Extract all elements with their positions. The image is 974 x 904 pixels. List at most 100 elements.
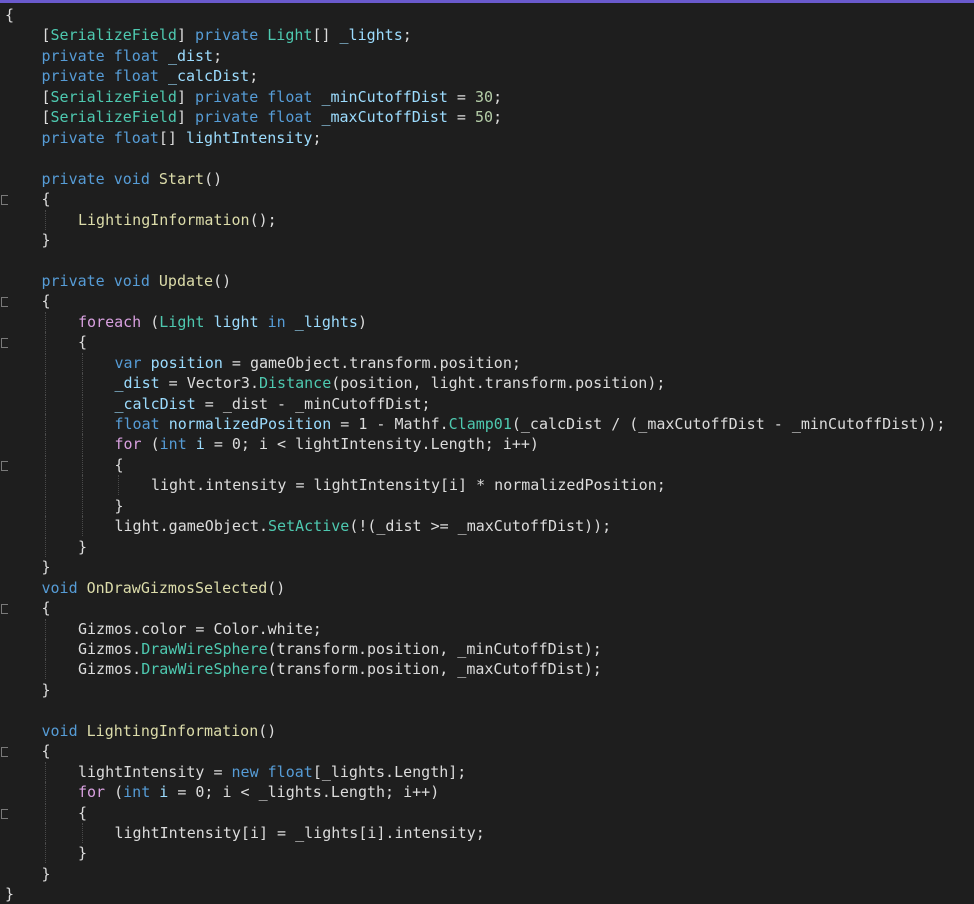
code-token: void — [41, 578, 87, 597]
code-token: private — [41, 128, 114, 147]
code-text: { — [42, 598, 51, 618]
code-line[interactable]: private float _dist; — [0, 46, 974, 66]
fold-marker-icon[interactable] — [1, 195, 8, 206]
code-token: SetActive — [268, 517, 350, 536]
code-line[interactable]: } — [0, 557, 974, 577]
code-token: ( — [114, 783, 124, 802]
code-token: { — [78, 333, 88, 352]
code-line[interactable] — [0, 148, 974, 168]
code-token: lightIntensity[i] = _lights[i].intensity… — [114, 824, 485, 842]
code-text: [SerializeField] private Light[] _lights… — [42, 25, 412, 45]
code-editor[interactable]: {[SerializeField] private Light[] _light… — [0, 5, 974, 903]
indent-guide — [81, 373, 83, 394]
code-text: float normalizedPosition = 1 - Mathf.Cla… — [115, 414, 946, 434]
indent-guide — [45, 516, 46, 537]
code-text: private float[] lightIntensity; — [42, 128, 322, 148]
code-token: Gizmos. — [78, 639, 142, 658]
code-line[interactable]: { — [0, 454, 974, 475]
code-token: { — [41, 742, 51, 761]
code-line[interactable]: { — [0, 802, 974, 823]
code-token: { — [78, 803, 88, 822]
code-token: ( — [150, 312, 160, 331]
fold-marker-icon[interactable] — [1, 297, 8, 308]
code-line[interactable]: void LightingInformation() — [0, 721, 974, 741]
code-line[interactable]: private float[] lightIntensity; — [0, 128, 974, 148]
code-line[interactable]: for (int i = 0; i < _lights.Length; i++) — [0, 782, 974, 803]
fold-marker-icon[interactable] — [1, 338, 8, 349]
code-line[interactable]: { — [0, 741, 974, 761]
code-line[interactable]: } — [0, 230, 974, 250]
code-line[interactable]: private void Start() — [0, 169, 974, 189]
code-token: float — [267, 108, 322, 127]
code-token: for — [114, 435, 151, 454]
code-token: (position, light.transform.position); — [331, 374, 666, 393]
code-line[interactable]: { — [0, 598, 974, 618]
code-line[interactable]: _calcDist = _dist - _minCutoffDist; — [0, 393, 974, 414]
code-line[interactable]: } — [0, 843, 974, 864]
indent-guide — [45, 414, 46, 434]
code-line[interactable]: private void Update() — [0, 271, 974, 291]
indent-guide — [45, 454, 46, 475]
code-token: Light — [267, 26, 313, 45]
code-token: () — [258, 721, 277, 740]
code-line[interactable]: Gizmos.color = Color.white; — [0, 618, 974, 639]
code-token: [ — [41, 87, 51, 106]
code-token: [] — [158, 128, 186, 147]
code-text: lightIntensity[i] = _lights[i].intensity… — [115, 823, 485, 843]
code-line[interactable]: } — [0, 495, 974, 516]
code-line[interactable] — [0, 700, 974, 720]
code-token: } — [114, 496, 124, 515]
fold-marker-icon[interactable] — [1, 808, 8, 819]
code-line[interactable]: for (int i = 0; i < lightIntensity.Lengt… — [0, 434, 974, 455]
code-text: Gizmos.color = Color.white; — [78, 619, 322, 639]
code-line[interactable]: _dist = Vector3.Distance(position, light… — [0, 373, 974, 394]
code-line[interactable]: } — [0, 536, 974, 557]
code-line[interactable] — [0, 250, 974, 270]
code-line[interactable]: } — [0, 680, 974, 700]
code-token: int — [159, 435, 196, 454]
code-line[interactable]: light.gameObject.SetActive(!(_dist >= _m… — [0, 516, 974, 537]
code-line[interactable]: { — [0, 332, 974, 353]
code-token: private — [41, 169, 114, 188]
code-line[interactable]: lightIntensity = new float[_lights.Lengt… — [0, 761, 974, 782]
fold-marker-icon[interactable] — [1, 604, 8, 615]
code-token: } — [41, 864, 51, 883]
code-line[interactable]: light.intensity = lightIntensity[i] * no… — [0, 475, 974, 496]
fold-marker-icon[interactable] — [1, 460, 8, 471]
code-token: for — [78, 783, 115, 802]
code-line[interactable]: [SerializeField] private Light[] _lights… — [0, 25, 974, 45]
code-line[interactable]: { — [0, 291, 974, 311]
code-line[interactable]: LightingInformation(); — [0, 209, 974, 230]
code-token: ; — [493, 108, 503, 127]
code-line[interactable]: } — [0, 864, 974, 884]
code-line[interactable]: lightIntensity[i] = _lights[i].intensity… — [0, 823, 974, 843]
code-line[interactable]: float normalizedPosition = 1 - Mathf.Cla… — [0, 414, 974, 434]
code-line[interactable]: } — [0, 884, 974, 904]
code-token: } — [78, 537, 88, 556]
code-line[interactable]: void OnDrawGizmosSelected() — [0, 578, 974, 598]
code-line[interactable]: var position = gameObject.transform.posi… — [0, 352, 974, 373]
code-token: _minCutoffDist — [321, 87, 448, 106]
code-line[interactable]: foreach (Light light in _lights) — [0, 311, 974, 332]
code-line[interactable]: [SerializeField] private float _maxCutof… — [0, 107, 974, 127]
code-token: ) — [357, 312, 367, 331]
code-line[interactable]: { — [0, 5, 974, 25]
code-token: (); — [249, 210, 277, 229]
indent-guide — [45, 373, 46, 394]
code-token: private — [195, 108, 268, 127]
code-text: } — [42, 864, 51, 884]
code-text: LightingInformation(); — [78, 210, 277, 230]
code-token: ( — [150, 435, 160, 454]
indent-guide — [81, 475, 83, 496]
code-line[interactable]: private float _calcDist; — [0, 66, 974, 86]
code-line[interactable]: [SerializeField] private float _minCutof… — [0, 87, 974, 107]
code-token: LightingInformation — [86, 721, 259, 740]
code-token: light — [213, 312, 268, 331]
indent-guide — [45, 495, 46, 516]
code-line[interactable]: Gizmos.DrawWireSphere(transform.position… — [0, 659, 974, 680]
code-line[interactable]: { — [0, 189, 974, 209]
code-line[interactable]: Gizmos.DrawWireSphere(transform.position… — [0, 638, 974, 659]
code-token: = 0; i < _lights.Length; i++) — [168, 783, 440, 802]
code-token: (!(_dist >= _maxCutoffDist)); — [349, 517, 612, 536]
fold-marker-icon[interactable] — [1, 747, 8, 758]
